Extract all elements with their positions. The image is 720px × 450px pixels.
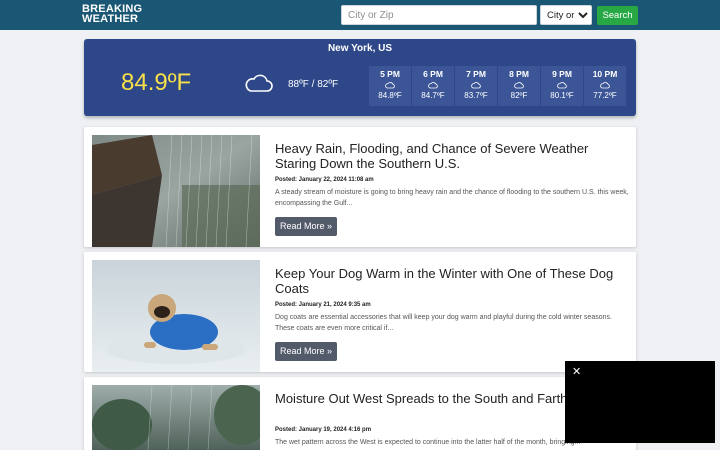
cloud-icon (245, 74, 273, 92)
article-posted-date: Posted: January 22, 2024 11:08 am (275, 177, 374, 183)
hour-temperature: 77.2ºF (593, 91, 617, 100)
location-name: New York, US (327, 43, 393, 54)
current-temperature: 84.9ºF (121, 69, 192, 96)
top-navigation-bar: BREAKING WEATHER City or Zip Search (0, 0, 720, 30)
hour-time: 9 PM (552, 69, 572, 79)
cloud-icon (385, 82, 395, 89)
article-title[interactable]: Keep Your Dog Warm in the Winter with On… (275, 266, 631, 296)
hour-time: 7 PM (466, 69, 486, 79)
read-more-button[interactable]: Read More » (275, 217, 337, 236)
read-more-button[interactable]: Read More » (275, 342, 337, 361)
cloud-icon (428, 82, 438, 89)
hourly-forecast: 5 PM 84.8ºF 6 PM 84.7ºF 7 PM 83.7ºF 8 PM… (369, 66, 626, 106)
article-excerpt: A steady stream of moisture is going to … (275, 189, 629, 207)
hour-temperature: 80.1ºF (550, 91, 574, 100)
cloud-icon (514, 82, 524, 89)
hourly-item: 6 PM 84.7ºF (412, 66, 454, 106)
search-mode-select[interactable]: City or Zip (540, 5, 592, 25)
hourly-item: 9 PM 80.1ºF (541, 66, 583, 106)
hourly-item: 8 PM 82ºF (498, 66, 540, 106)
hour-temperature: 84.8ºF (378, 91, 402, 100)
article-image-rain-roof[interactable] (92, 135, 260, 247)
close-icon[interactable]: ✕ (572, 365, 581, 378)
hourly-item: 7 PM 83.7ºF (455, 66, 497, 106)
article-card: Heavy Rain, Flooding, and Chance of Seve… (84, 127, 636, 247)
hour-time: 8 PM (509, 69, 529, 79)
cloud-icon (600, 82, 610, 89)
site-logo[interactable]: BREAKING WEATHER (82, 4, 146, 26)
article-posted-date: Posted: January 19, 2024 4:16 pm (275, 427, 372, 433)
hourly-item: 10 PM 77.2ºF (584, 66, 626, 106)
hour-time: 6 PM (423, 69, 443, 79)
search-input[interactable] (341, 5, 537, 25)
hourly-item: 5 PM 84.8ºF (369, 66, 411, 106)
high-low-temperature: 88ºF / 82ºF (288, 79, 339, 90)
weather-panel: New York, US 84.9ºF 88ºF / 82ºF 5 PM 84.… (84, 39, 636, 116)
article-image-rain-trees[interactable] (92, 385, 260, 450)
article-title[interactable]: Heavy Rain, Flooding, and Chance of Seve… (275, 141, 631, 171)
article-card: Moisture Out West Spreads to the South a… (84, 377, 636, 450)
article-image-dog-coat[interactable] (92, 260, 260, 372)
cloud-icon (557, 82, 567, 89)
logo-line2: WEATHER (82, 13, 139, 25)
search-button[interactable]: Search (597, 6, 638, 25)
article-excerpt: Dog coats are essential accessories that… (275, 314, 612, 332)
hour-time: 10 PM (592, 69, 618, 79)
hour-temperature: 83.7ºF (464, 91, 488, 100)
article-card: Keep Your Dog Warm in the Winter with On… (84, 252, 636, 372)
hour-time: 5 PM (380, 69, 400, 79)
video-overlay-player[interactable]: ✕ (565, 361, 715, 443)
cloud-icon (471, 82, 481, 89)
hour-temperature: 84.7ºF (421, 91, 445, 100)
article-posted-date: Posted: January 21, 2024 9:35 am (275, 302, 371, 308)
hour-temperature: 82ºF (510, 91, 528, 100)
